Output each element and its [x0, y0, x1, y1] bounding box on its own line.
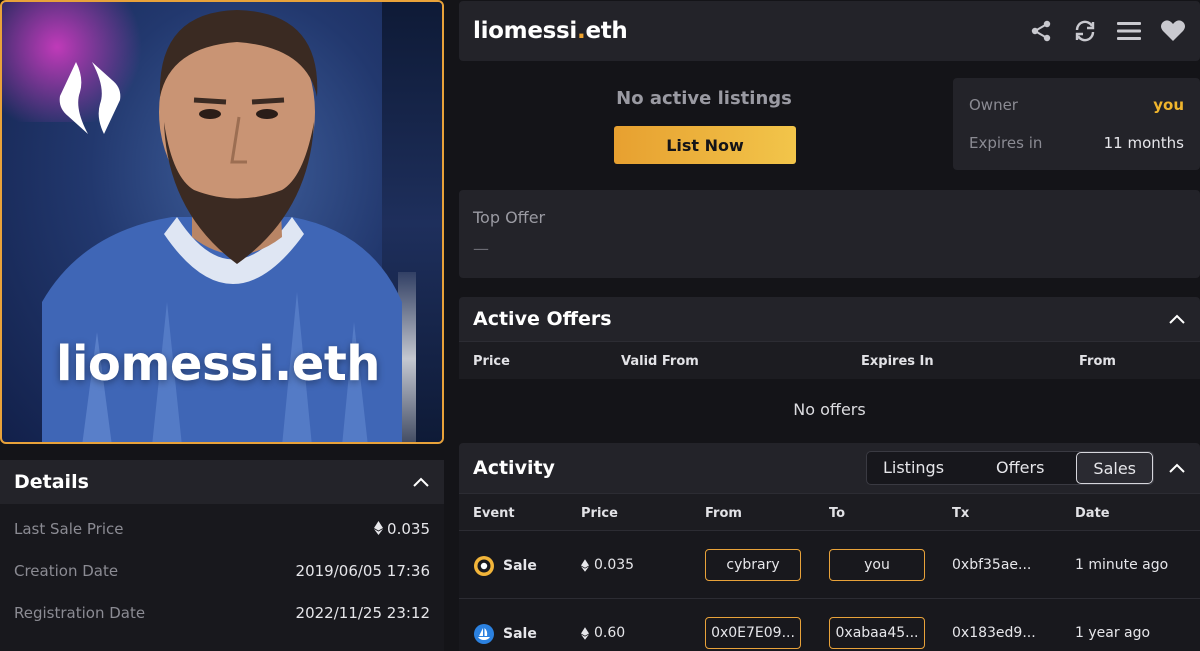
activity-filter-tabs: Listings Offers Sales — [865, 451, 1154, 485]
to-address-chip[interactable]: 0xabaa45... — [829, 617, 925, 649]
detail-row-registration-date: Registration Date 2022/11/25 23:12 — [0, 592, 444, 634]
refresh-icon[interactable] — [1072, 18, 1098, 44]
table-row: Sale 0.60 0x0E7E09... 0xabaa45... 0x183e… — [459, 599, 1200, 651]
price-cell: 0.60 — [581, 625, 625, 641]
from-address-chip[interactable]: 0x0E7E09... — [705, 617, 801, 649]
column-header-from[interactable]: From — [1079, 354, 1116, 369]
tab-offers[interactable]: Offers — [970, 452, 1076, 484]
menu-icon[interactable] — [1116, 18, 1142, 44]
table-row: Sale 0.035 cybrary you 0xbf35ae... 1 min… — [459, 531, 1200, 599]
detail-row-last-sale: Last Sale Price 0.035 — [0, 508, 444, 550]
price-value: 0.60 — [594, 625, 626, 641]
details-panel: Details Last Sale Price 0.035 Creation D… — [0, 460, 444, 651]
name-base: liomessi — [473, 18, 577, 44]
tab-sales[interactable]: Sales — [1076, 452, 1153, 484]
marketplace-logo-icon — [474, 556, 494, 576]
activity-header: Activity Listings Offers Sales — [459, 443, 1200, 493]
tx-hash-link[interactable]: 0xbf35ae... — [952, 557, 1031, 573]
activity-table-header: Event Price From To Tx Date — [459, 493, 1200, 531]
column-header-price[interactable]: Price — [473, 354, 510, 369]
share-icon[interactable] — [1028, 18, 1054, 44]
name-header: liomessi.eth — [459, 1, 1200, 61]
activity-title: Activity — [473, 457, 555, 479]
tx-hash-link[interactable]: 0x183ed9... — [952, 625, 1036, 641]
list-now-button[interactable]: List Now — [614, 126, 796, 164]
chevron-up-icon[interactable] — [1168, 313, 1186, 325]
owner-label: Owner — [969, 96, 1018, 114]
date-cell: 1 year ago — [1075, 625, 1151, 641]
event-label: Sale — [503, 626, 537, 642]
chevron-up-icon[interactable] — [412, 476, 430, 488]
active-offers-panel: Active Offers Price Valid From Expires I… — [459, 297, 1200, 440]
column-header-date[interactable]: Date — [1075, 506, 1110, 521]
detail-value: 2019/06/05 17:36 — [295, 562, 430, 580]
details-title: Details — [14, 471, 89, 493]
column-header-tx[interactable]: Tx — [952, 506, 969, 521]
eth-icon — [581, 558, 589, 572]
price-value: 0.035 — [594, 557, 635, 573]
eth-icon — [374, 521, 384, 535]
detail-label: Creation Date — [14, 562, 119, 580]
expires-value: 11 months — [1103, 134, 1184, 152]
active-offers-title: Active Offers — [473, 308, 612, 330]
column-header-from[interactable]: From — [705, 506, 742, 521]
event-cell: Sale — [473, 623, 537, 645]
offers-table-header: Price Valid From Expires In From — [459, 341, 1200, 379]
page-title: liomessi.eth — [473, 18, 628, 44]
expires-row: Expires in 11 months — [969, 124, 1184, 162]
domain-image-card: liomessi.eth — [0, 0, 444, 444]
top-offer-card: Top Offer — — [459, 190, 1200, 278]
chevron-up-icon[interactable] — [1168, 462, 1186, 474]
name-tld: eth — [585, 18, 628, 44]
owner-row: Owner you — [969, 86, 1184, 124]
details-header[interactable]: Details — [0, 460, 444, 504]
price-cell: 0.035 — [581, 557, 634, 573]
heart-icon[interactable] — [1160, 18, 1186, 44]
event-label: Sale — [503, 558, 537, 574]
column-header-expires-in[interactable]: Expires In — [861, 354, 934, 369]
opensea-logo-icon — [474, 624, 494, 644]
eth-icon — [581, 626, 589, 640]
date-cell: 1 minute ago — [1075, 557, 1169, 573]
detail-label: Registration Date — [14, 604, 146, 622]
detail-value: 2022/11/25 23:12 — [295, 604, 430, 622]
from-address-chip[interactable]: cybrary — [705, 549, 801, 581]
detail-row-creation-date: Creation Date 2019/06/05 17:36 — [0, 550, 444, 592]
column-header-price[interactable]: Price — [581, 506, 618, 521]
event-cell: Sale — [473, 555, 537, 577]
offers-empty-state: No offers — [459, 379, 1200, 440]
top-offer-value: — — [473, 239, 489, 258]
owner-value[interactable]: you — [1153, 96, 1184, 114]
expires-label: Expires in — [969, 134, 1043, 152]
detail-label: Last Sale Price — [14, 520, 124, 538]
owner-card: Owner you Expires in 11 months — [953, 78, 1200, 170]
last-sale-price-value: 0.035 — [387, 520, 430, 538]
listing-status-area: No active listings List Now — [459, 62, 949, 184]
column-header-event[interactable]: Event — [473, 506, 515, 521]
detail-value: 0.035 — [374, 520, 430, 538]
activity-panel: Activity Listings Offers Sales Event Pri… — [459, 443, 1200, 651]
column-header-to[interactable]: To — [829, 506, 845, 521]
top-offer-label: Top Offer — [473, 208, 546, 227]
tab-listings[interactable]: Listings — [867, 452, 970, 484]
hero-domain-name: liomessi.eth — [56, 336, 380, 392]
ens-logo-icon — [59, 62, 121, 134]
header-actions — [1028, 18, 1186, 44]
listing-status-text: No active listings — [616, 88, 792, 109]
column-header-valid-from[interactable]: Valid From — [621, 354, 699, 369]
to-address-chip[interactable]: you — [829, 549, 925, 581]
active-offers-header[interactable]: Active Offers — [459, 297, 1200, 341]
